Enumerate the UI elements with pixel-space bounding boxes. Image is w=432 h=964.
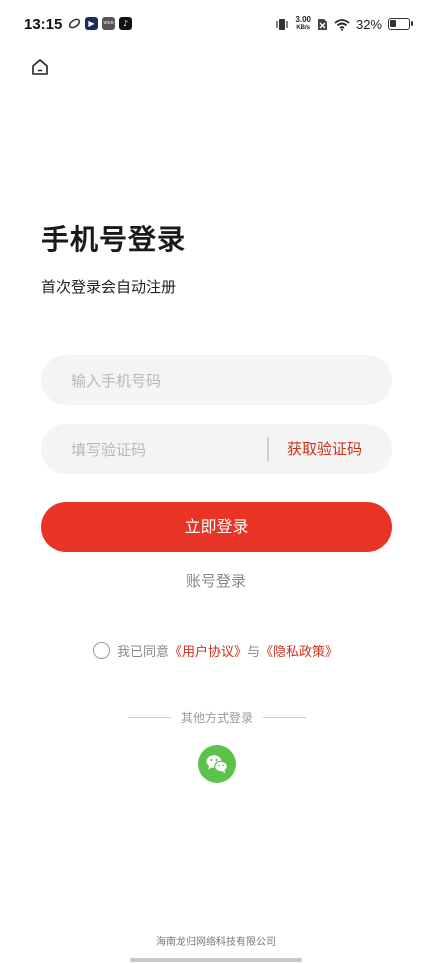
code-divider: [267, 437, 269, 461]
battery-level: [390, 20, 396, 27]
status-bar: 13:15 ▶ vivo ♪ 3.00 KB/s 32%: [0, 0, 432, 52]
divider-line-left: [128, 717, 171, 718]
agreement-checkbox[interactable]: [93, 642, 110, 659]
code-field[interactable]: 获取验证码: [41, 424, 392, 476]
login-button[interactable]: 立即登录: [41, 502, 392, 552]
no-sim-icon: [317, 18, 327, 30]
user-agreement-link[interactable]: 《用户协议》: [169, 641, 247, 660]
agreement-prefix: 我已同意: [117, 645, 170, 660]
page-title: 手机号登录: [41, 223, 187, 256]
wechat-login-button[interactable]: [198, 745, 236, 783]
video-icon: ▶: [85, 17, 98, 30]
home-indicator[interactable]: [130, 958, 302, 962]
network-speed-unit: KB/s: [296, 25, 311, 31]
company-name: 海南龙归网络科技有限公司: [156, 937, 276, 948]
get-code-button[interactable]: 获取验证码: [287, 424, 362, 474]
tiktok-icon: ♪: [119, 17, 132, 30]
agreement-connector: 与: [247, 645, 261, 660]
status-indicators: 3.00 KB/s 32%: [275, 16, 413, 32]
privacy-policy-link[interactable]: 《隐私政策》: [260, 641, 338, 660]
page-subtitle: 首次登录会自动注册: [41, 278, 177, 296]
vivo-icon: vivo: [102, 17, 115, 30]
home-button[interactable]: [30, 57, 50, 77]
network-speed: 3.00 KB/s: [295, 16, 311, 32]
other-login-label: 其他方式登录: [181, 711, 254, 725]
wifi-icon: [334, 18, 350, 31]
vibrate-icon: [276, 18, 288, 30]
wechat-icon: [206, 755, 228, 774]
status-time: 13:15: [24, 16, 63, 33]
divider-line-right: [263, 717, 307, 718]
other-login-divider: 其他方式登录: [128, 709, 307, 726]
phone-field[interactable]: [41, 355, 392, 407]
home-icon: [32, 59, 48, 75]
agreement-row: 我已同意 《用户协议》 与 《隐私政策》: [93, 641, 338, 660]
status-app-icons: ▶ vivo ♪: [68, 17, 132, 30]
code-input[interactable]: [69, 424, 253, 476]
account-login-link[interactable]: 账号登录: [0, 570, 432, 591]
sync-icon: [68, 18, 81, 29]
battery-percent: 32%: [355, 16, 382, 32]
network-speed-value: 3.00: [295, 15, 311, 24]
battery-icon: [388, 18, 413, 30]
phone-input[interactable]: [69, 355, 283, 407]
